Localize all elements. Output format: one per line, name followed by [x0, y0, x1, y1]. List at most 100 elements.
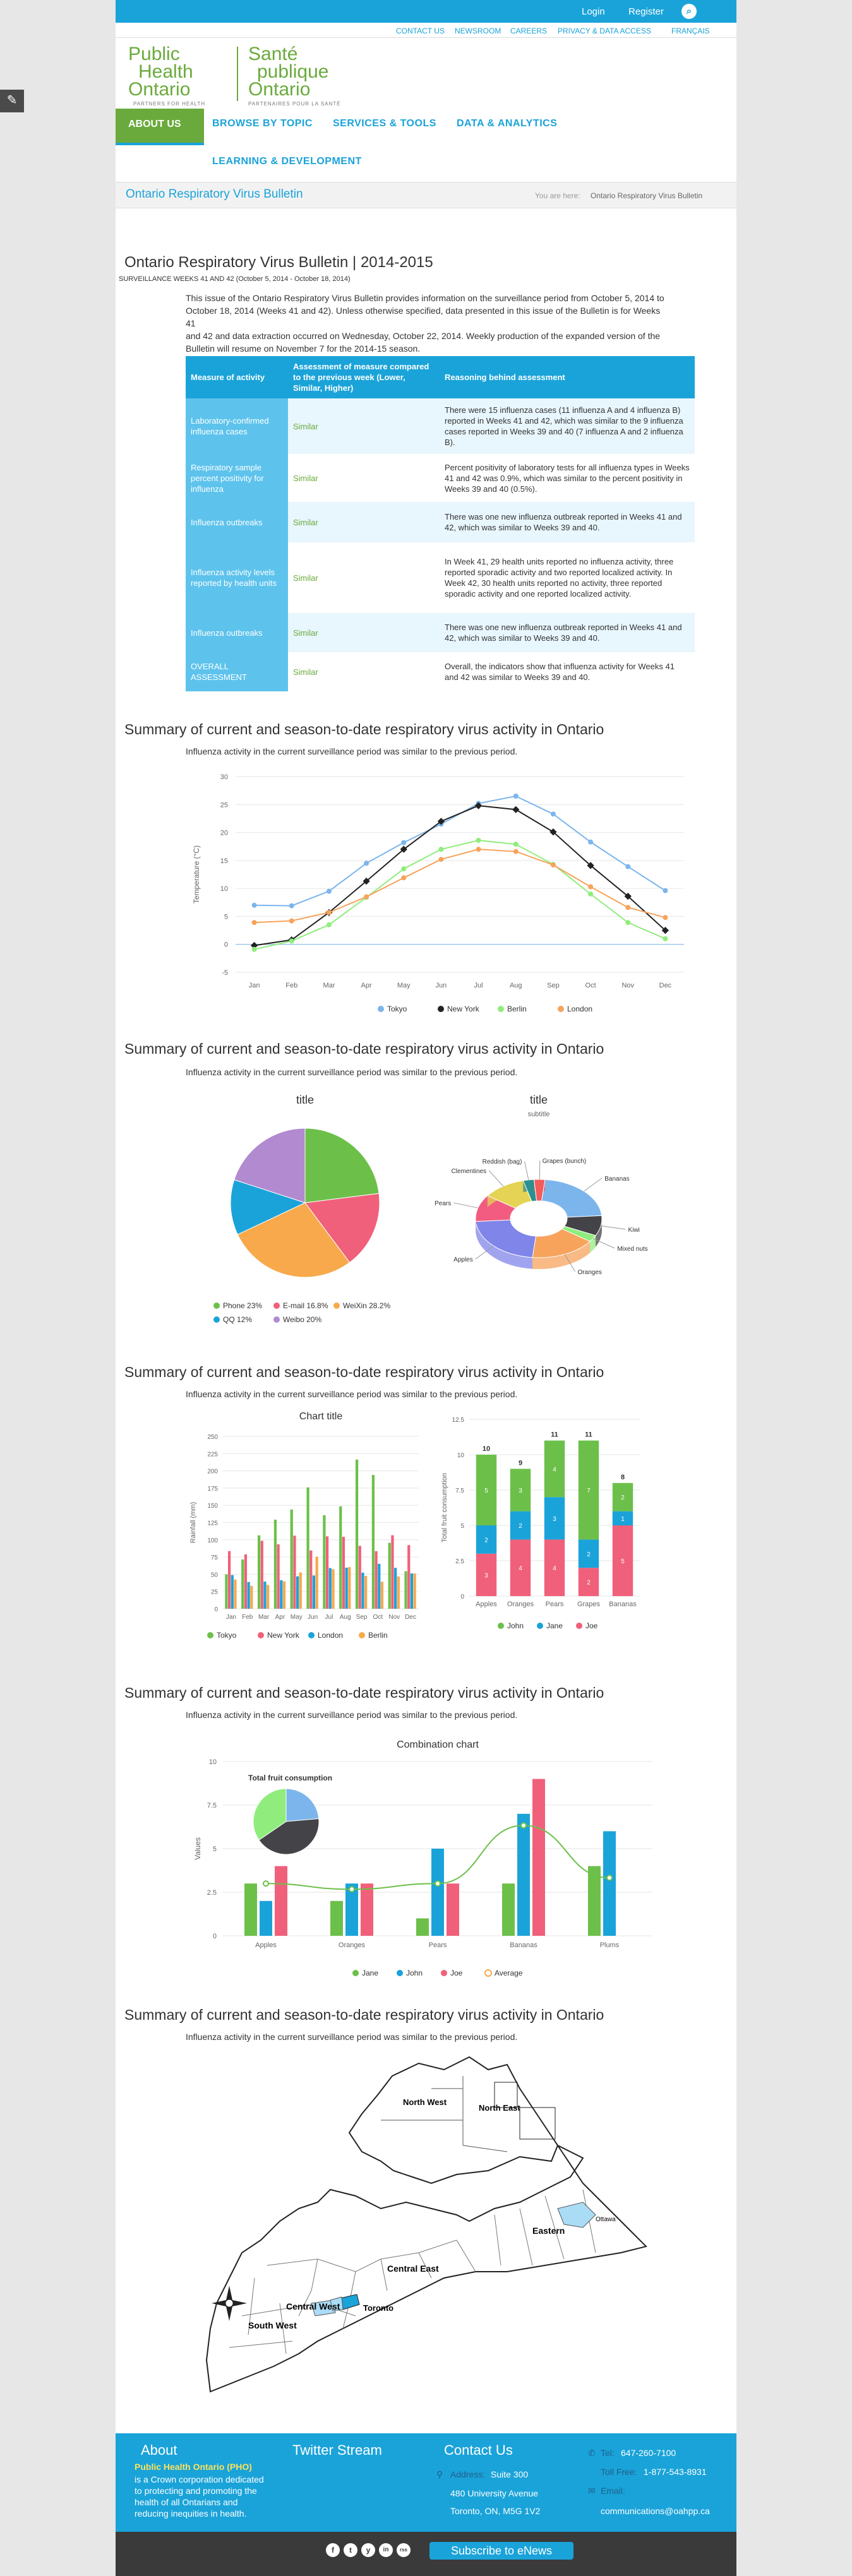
footer-tollfree[interactable]: 1-877-543-8931: [644, 2466, 707, 2478]
data-point: [251, 946, 257, 952]
bar: [241, 1559, 244, 1609]
accessibility-tab[interactable]: ✎: [0, 90, 24, 112]
data-point: [364, 861, 369, 866]
legend-label: Tokyo: [217, 1631, 237, 1640]
bar: [364, 1576, 368, 1609]
rss-icon[interactable]: rss: [397, 2543, 411, 2557]
breadcrumb-current[interactable]: Ontario Respiratory Virus Bulletin: [591, 191, 702, 200]
nav-browse-by-topic[interactable]: BROWSE BY TOPIC: [212, 118, 313, 129]
bulletin-title: Ontario Respiratory Virus Bulletin | 201…: [124, 254, 433, 271]
total-label: 9: [519, 1459, 522, 1467]
bar: [323, 1515, 326, 1609]
legend-label: E-mail 16.8%: [283, 1301, 328, 1310]
bar: [244, 1883, 257, 1936]
table-cell: Percent positivity of laboratory tests f…: [445, 462, 690, 494]
util-privacy[interactable]: PRIVACY & DATA ACCESS: [558, 27, 651, 35]
bar: [361, 1572, 364, 1609]
x-tick-label: May: [291, 1614, 303, 1621]
legend-marker: [397, 1970, 403, 1976]
bar: [371, 1475, 375, 1609]
bar: [431, 1849, 444, 1936]
util-francais[interactable]: FRANÇAIS: [671, 27, 710, 35]
average-point: [349, 1886, 355, 1893]
nav-learning-development[interactable]: LEARNING & DEVELOPMENT: [212, 156, 362, 167]
section-title: Summary of current and season-to-date re…: [124, 1364, 604, 1380]
util-contact-us[interactable]: CONTACT US: [396, 27, 445, 35]
breadcrumb-label: You are here:: [535, 191, 580, 200]
logo[interactable]: Public Health Ontario PARTNERS FOR HEALT…: [128, 45, 343, 107]
legend-label: Joe: [585, 1621, 598, 1630]
activity-table: Measure of activity Assessment of measur…: [186, 356, 695, 691]
bar: [391, 1535, 394, 1609]
data-point: [476, 837, 481, 843]
table-row: OVERALL ASSESSMENT Similar Overall, the …: [186, 652, 695, 691]
legend-label: WeiXin 28.2%: [343, 1301, 390, 1310]
facebook-icon[interactable]: f: [326, 2543, 340, 2557]
bar: [342, 1537, 345, 1609]
section-text: Influenza activity in the current survei…: [186, 1710, 518, 1720]
data-point: [401, 875, 407, 881]
search-icon[interactable]: ⌕: [681, 4, 697, 19]
data-point: [513, 842, 519, 847]
bar: [404, 1571, 407, 1609]
bar: [345, 1567, 348, 1609]
nav-active-underline: [116, 143, 204, 145]
bar: [290, 1509, 293, 1609]
subscribe-button[interactable]: Subscribe to eNews: [429, 2542, 573, 2560]
bar: [502, 1883, 515, 1936]
table-cell: There was one new influenza outbreak rep…: [440, 613, 695, 652]
nav-about-us[interactable]: ABOUT US: [116, 109, 204, 143]
bar: [532, 1779, 545, 1936]
x-tick-label: Jun: [308, 1614, 318, 1621]
slice-label: Reddish (bag): [483, 1159, 522, 1166]
map-label: Eastern: [532, 2226, 565, 2236]
bar: [413, 1573, 416, 1609]
y-tick-label: 7.5: [455, 1488, 464, 1494]
section-text: Influenza activity in the current survei…: [186, 746, 518, 756]
nav-services-tools[interactable]: SERVICES & TOOLS: [333, 118, 436, 129]
data-point: [513, 794, 519, 799]
bar: [361, 1883, 373, 1936]
slice-label: Bananas: [604, 1176, 629, 1183]
footer-email[interactable]: communications@oahpp.ca: [601, 2505, 710, 2517]
legend-label: Berlin: [507, 1005, 527, 1013]
legend-label: Average: [495, 1969, 523, 1977]
map-label: North West: [403, 2097, 447, 2107]
util-newsroom[interactable]: NEWSROOM: [455, 27, 501, 35]
linkedin-icon[interactable]: in: [379, 2543, 393, 2557]
total-label: 11: [551, 1431, 558, 1439]
data-point: [438, 857, 444, 862]
map-label: Central East: [387, 2263, 439, 2274]
data-point: [401, 866, 407, 872]
legend-label: New York: [267, 1631, 300, 1640]
util-careers[interactable]: CAREERS: [510, 27, 547, 35]
twitter-icon[interactable]: t: [344, 2543, 357, 2557]
legend-marker: [207, 1632, 213, 1638]
bar: [299, 1572, 302, 1609]
register-link[interactable]: Register: [628, 6, 664, 17]
table-cell: Influenza outbreaks: [186, 502, 288, 542]
x-tick-label: Sep: [547, 982, 560, 989]
y-tick-label: 0: [460, 1594, 464, 1601]
youtube-icon[interactable]: y: [361, 2543, 375, 2557]
data-label: 1: [621, 1516, 625, 1523]
bar: [339, 1506, 342, 1609]
chart-title: title: [296, 1094, 314, 1106]
nav-data-analytics[interactable]: DATA & ANALYTICS: [457, 118, 557, 129]
data-label: 5: [621, 1558, 625, 1565]
slice-label: Oranges: [578, 1269, 602, 1276]
footer-phone[interactable]: 647-260-7100: [621, 2447, 676, 2459]
legend-label: Tokyo: [387, 1005, 407, 1013]
legend-label: QQ 12%: [223, 1315, 252, 1324]
bar: [355, 1459, 359, 1609]
legend-label: John: [507, 1621, 524, 1630]
login-link[interactable]: Login: [582, 6, 605, 17]
bar: [325, 1536, 329, 1609]
y-tick-label: 75: [211, 1554, 219, 1561]
data-point: [251, 902, 257, 908]
bar: [257, 1535, 261, 1609]
legend-label: Jane: [546, 1621, 563, 1630]
page-title: Ontario Respiratory Virus Bulletin: [126, 188, 303, 201]
y-tick-label: 5: [213, 1846, 217, 1853]
y-axis-title: Temperature (°C): [192, 845, 201, 903]
